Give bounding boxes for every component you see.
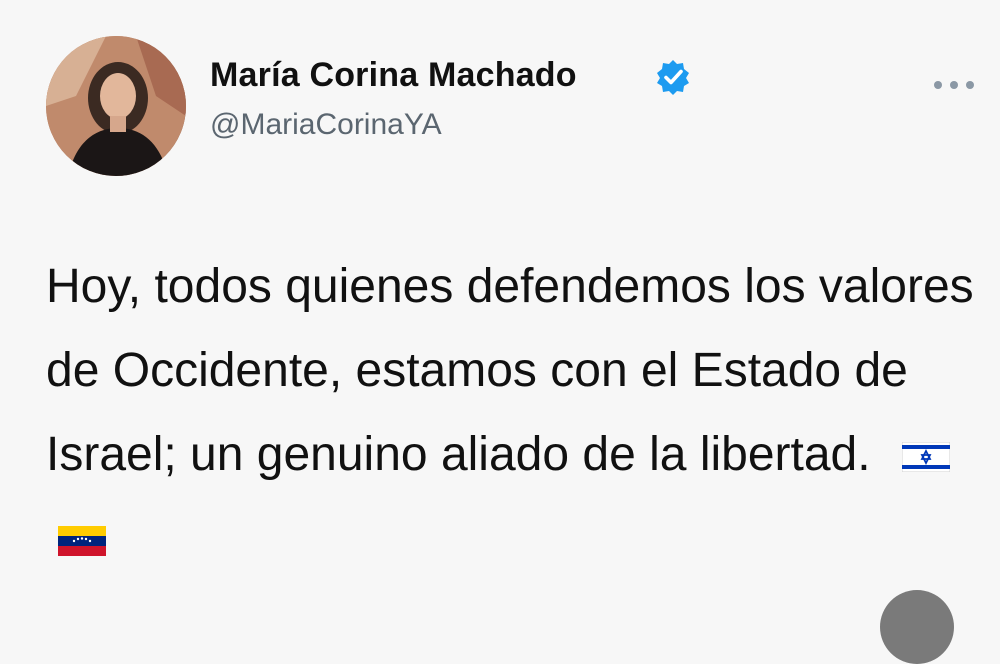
avatar[interactable] [46,36,186,176]
venezuela-flag-icon [58,526,106,557]
tweet-text: Hoy, todos quienes defendemos los valore… [46,260,974,481]
dot [934,81,942,89]
dot [966,81,974,89]
scroll-button[interactable] [880,590,954,664]
dot [950,81,958,89]
israel-flag-icon [901,442,950,473]
tweet-text-container: Hoy, todos quienes defendemos los valore… [46,245,976,581]
verified-badge-icon [654,58,692,96]
author-handle[interactable]: @MariaCorinaYA [210,108,442,142]
avatar-image [46,36,186,176]
more-options-icon[interactable] [924,72,984,98]
author-name[interactable]: María Corina Machado [210,56,577,95]
